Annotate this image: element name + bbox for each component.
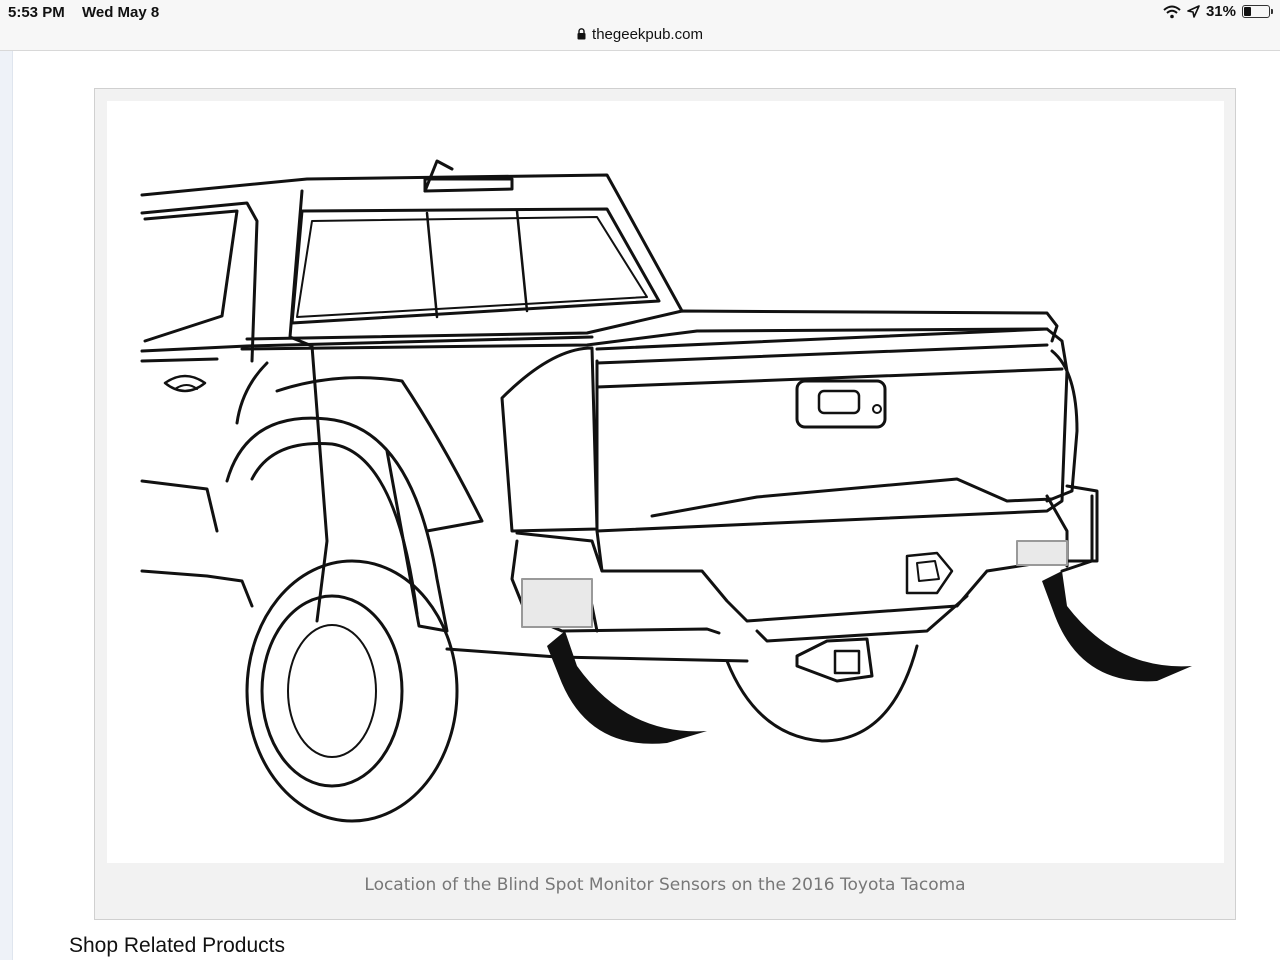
battery-icon [1242, 5, 1273, 18]
arrow-right-sensor [1042, 571, 1192, 682]
url-text: thegeekpub.com [592, 26, 703, 43]
truck-illustration [107, 101, 1224, 863]
address-bar[interactable]: thegeekpub.com [0, 26, 1280, 51]
figure: Location of the Blind Spot Monitor Senso… [94, 88, 1236, 920]
battery-level [1244, 7, 1251, 16]
status-time: 5:53 PM [8, 4, 65, 21]
wifi-icon [1163, 5, 1181, 18]
section-heading: Shop Related Products [69, 934, 285, 957]
status-icons: 31% [1163, 3, 1273, 20]
battery-percent: 31% [1205, 3, 1236, 20]
status-date: Wed May 8 [82, 4, 160, 21]
status-bar: 5:53 PM Wed May 8 31% [0, 0, 1280, 26]
location-arrow-icon [1187, 5, 1200, 18]
truck-line-drawing [140, 159, 1192, 823]
arrow-left-sensor [547, 631, 707, 744]
figure-caption: Location of the Blind Spot Monitor Senso… [364, 875, 966, 895]
left-rail [0, 51, 13, 960]
lock-icon [577, 28, 586, 40]
